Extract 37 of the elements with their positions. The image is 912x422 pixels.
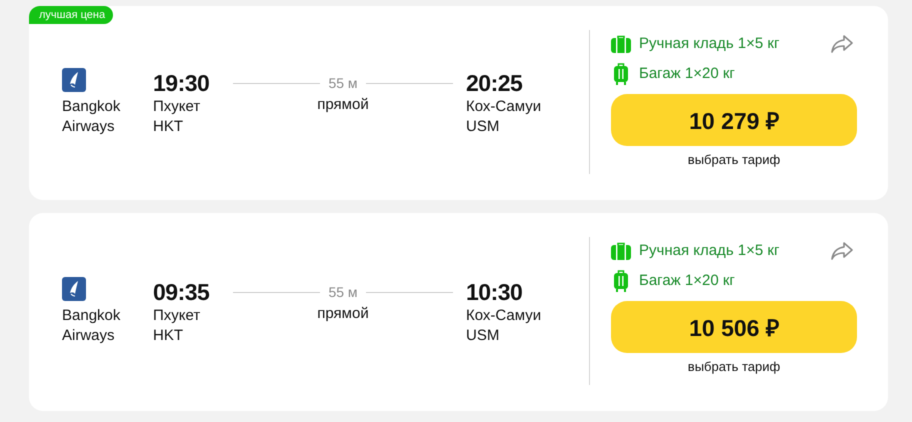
airline-logo-icon xyxy=(62,276,86,300)
airline-logo-icon xyxy=(62,68,86,92)
airport-code: HKT xyxy=(153,117,183,137)
baggage-allowance: Ручная кладь 1×5 кг xyxy=(639,35,780,52)
airport-code: HKT xyxy=(153,326,183,346)
city-name: Пхукет xyxy=(153,97,200,117)
departure-time: 19:30 xyxy=(153,69,210,97)
city-name: Кох-Самуи xyxy=(466,97,542,117)
arrival-time: 20:25 xyxy=(466,69,522,97)
city-name: Кох-Самуи xyxy=(466,306,542,326)
flight-duration: 55 м xyxy=(328,75,358,91)
airline-name: Bangkok xyxy=(62,306,120,326)
airline-name: Airways xyxy=(62,326,115,346)
airport-code: USM xyxy=(466,117,500,137)
best-price-badge: лучшая цена xyxy=(29,6,114,24)
baggage-allowance: Багаж 1×20 кг xyxy=(639,65,735,82)
luggage-icon xyxy=(611,270,631,292)
airline-name: Bangkok xyxy=(62,96,120,116)
arrival-time: 10:30 xyxy=(466,278,522,306)
price-button[interactable]: 10 506 ₽ xyxy=(611,301,857,353)
share-icon[interactable] xyxy=(831,242,853,260)
stops-label: прямой xyxy=(317,95,369,115)
flight-duration: 55 м xyxy=(328,284,358,300)
select-fare-link[interactable]: выбрать тариф xyxy=(688,152,780,167)
price-button[interactable]: 10 279 ₽ xyxy=(611,94,857,146)
baggage-allowance: Багаж 1×20 кг xyxy=(639,272,735,289)
share-icon[interactable] xyxy=(831,34,853,52)
city-name: Пхукет xyxy=(153,306,200,326)
airport-code: USM xyxy=(466,326,500,346)
luggage-icon xyxy=(611,62,631,84)
select-fare-link[interactable]: выбрать тариф xyxy=(688,359,780,374)
stops-label: прямой xyxy=(317,304,369,324)
departure-time: 09:35 xyxy=(153,278,210,306)
suitcase-icon xyxy=(611,242,631,260)
airline-name: Airways xyxy=(62,116,115,136)
suitcase-icon xyxy=(611,34,631,52)
baggage-allowance: Ручная кладь 1×5 кг xyxy=(639,242,780,259)
